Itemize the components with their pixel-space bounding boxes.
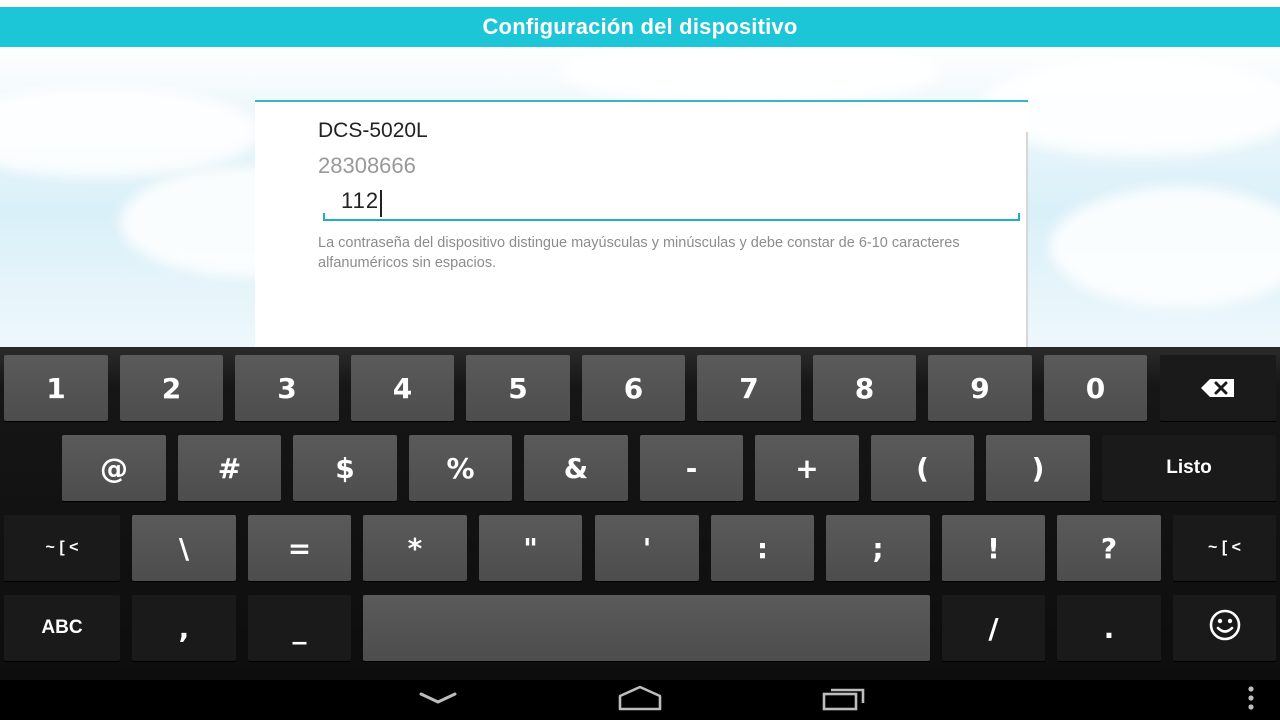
backspace-key[interactable] — [1160, 355, 1276, 421]
key-underscore[interactable]: _ — [248, 595, 351, 661]
card-top-divider — [255, 100, 1028, 102]
key-asterisk[interactable]: * — [363, 515, 467, 581]
overflow-menu-icon — [1247, 685, 1255, 715]
key-hash[interactable]: # — [178, 435, 281, 501]
key-backslash[interactable]: \ — [132, 515, 236, 581]
device-model-label: DCS-5020L — [318, 119, 428, 142]
title-bar: Configuración del dispositivo — [0, 7, 1280, 47]
symbol-keyboard: 1 2 3 4 5 6 7 8 9 0 @ # $ % & - + ( ) Li… — [0, 347, 1280, 680]
backspace-icon — [1200, 372, 1236, 405]
recent-apps-icon — [822, 685, 866, 715]
key-5[interactable]: 5 — [466, 355, 570, 421]
page-title: Configuración del dispositivo — [482, 14, 798, 39]
key-equals[interactable]: = — [248, 515, 351, 581]
key-plus[interactable]: + — [755, 435, 859, 501]
key-semicolon[interactable]: ; — [826, 515, 930, 581]
system-nav-bar — [0, 680, 1280, 720]
key-8[interactable]: 8 — [813, 355, 916, 421]
emoji-key[interactable] — [1173, 595, 1276, 661]
field-right-tick — [1018, 213, 1020, 221]
device-settings-card: DCS-5020L 28308666 112 La contraseña del… — [255, 100, 1028, 347]
key-percent[interactable]: % — [409, 435, 512, 501]
key-6[interactable]: 6 — [582, 355, 685, 421]
done-key[interactable]: Listo — [1102, 435, 1276, 501]
key-at[interactable]: @ — [62, 435, 166, 501]
emoji-icon — [1208, 608, 1242, 649]
card-scroll-divider — [1026, 132, 1028, 347]
more-symbols-key-left[interactable]: ~ [ < — [4, 515, 120, 581]
key-ampersand[interactable]: & — [524, 435, 628, 501]
key-0[interactable]: 0 — [1044, 355, 1147, 421]
key-4[interactable]: 4 — [351, 355, 454, 421]
key-9[interactable]: 9 — [928, 355, 1032, 421]
key-comma[interactable]: , — [132, 595, 236, 661]
password-help-text: La contraseña del dispositivo distingue … — [318, 235, 960, 271]
recent-apps-button[interactable] — [814, 680, 874, 720]
key-7[interactable]: 7 — [697, 355, 801, 421]
password-field-underline — [323, 219, 1020, 221]
device-id-label: 28308666 — [318, 153, 416, 178]
key-apostrophe[interactable]: ' — [595, 515, 699, 581]
key-3[interactable]: 3 — [235, 355, 339, 421]
key-colon[interactable]: : — [711, 515, 814, 581]
abc-key[interactable]: ABC — [4, 595, 120, 661]
device-screen: Configuración del dispositivo DCS-5020L … — [0, 0, 1280, 720]
key-dollar[interactable]: $ — [293, 435, 397, 501]
key-exclamation[interactable]: ! — [942, 515, 1045, 581]
key-open-paren[interactable]: ( — [871, 435, 974, 501]
home-icon — [617, 685, 663, 715]
field-left-tick — [323, 213, 325, 221]
key-2[interactable]: 2 — [120, 355, 223, 421]
key-question[interactable]: ? — [1057, 515, 1161, 581]
key-double-quote[interactable]: " — [479, 515, 582, 581]
key-minus[interactable]: - — [640, 435, 743, 501]
text-cursor — [380, 190, 382, 217]
key-close-paren[interactable]: ) — [986, 435, 1090, 501]
password-field-value: 112 — [341, 188, 380, 213]
password-field[interactable]: 112 — [323, 185, 1020, 225]
back-icon — [419, 690, 457, 710]
home-button[interactable] — [610, 680, 670, 720]
key-slash[interactable]: / — [942, 595, 1045, 661]
more-symbols-key-right[interactable]: ~ [ < — [1173, 515, 1276, 581]
overflow-menu-button[interactable] — [1236, 680, 1266, 720]
key-1[interactable]: 1 — [4, 355, 108, 421]
back-button[interactable] — [408, 680, 468, 720]
space-key[interactable] — [363, 595, 930, 661]
key-period[interactable]: . — [1057, 595, 1161, 661]
